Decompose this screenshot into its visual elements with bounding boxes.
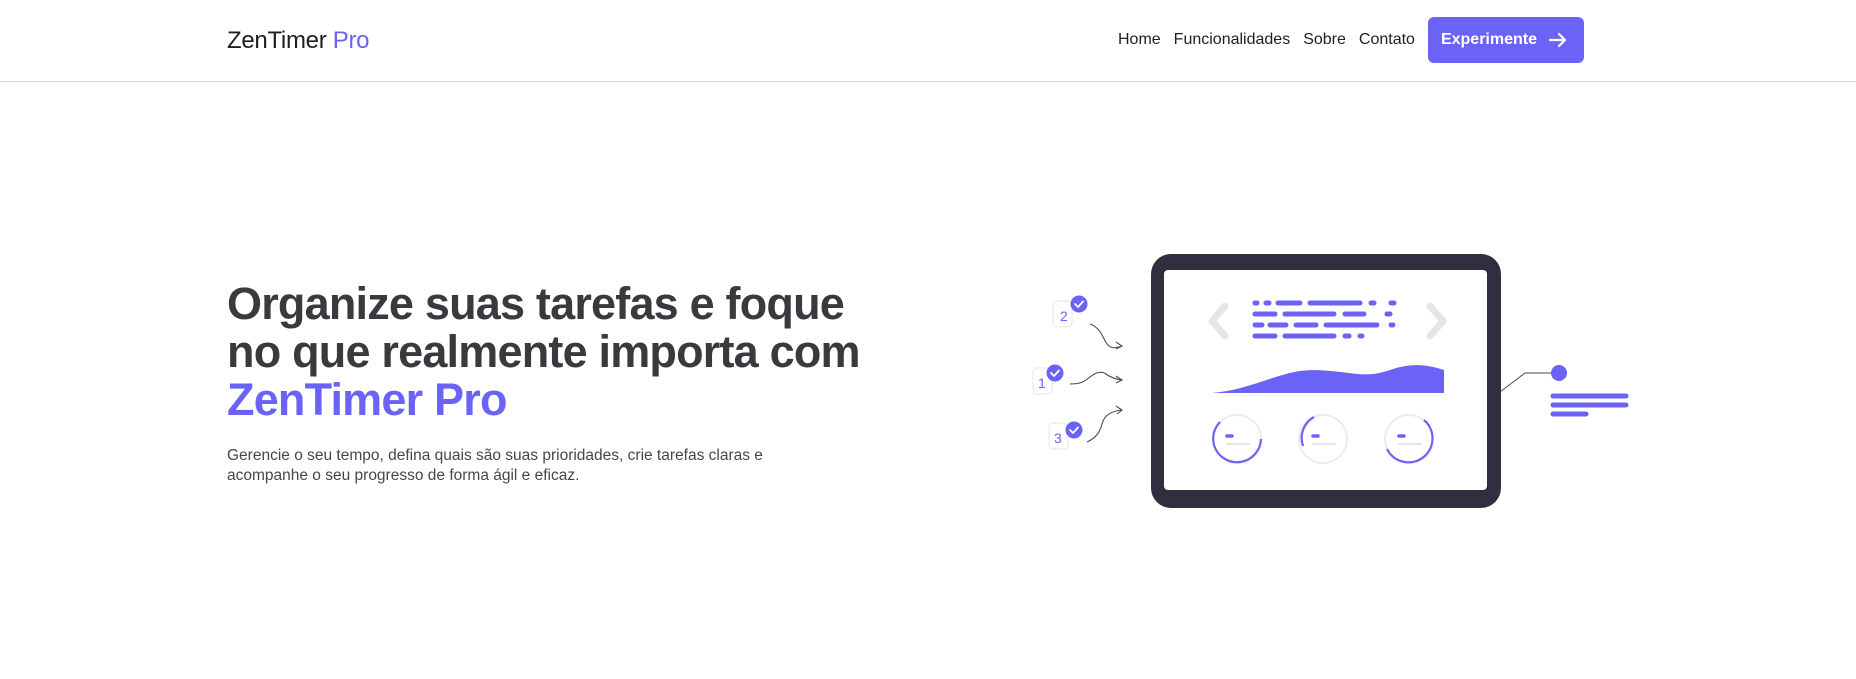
task-item-2: 2 — [1052, 295, 1124, 350]
brand-logo[interactable]: ZenTimer Pro — [227, 24, 370, 58]
side-callout-graphic — [1499, 365, 1629, 417]
task-item-3: 3 — [1048, 405, 1123, 450]
nav-link-sobre[interactable]: Sobre — [1303, 31, 1346, 49]
nav-link-home[interactable]: Home — [1118, 31, 1161, 49]
tablet-mockup — [1151, 254, 1501, 508]
main-nav: Home Funcionalidades Sobre Contato Exper… — [1118, 16, 1584, 63]
task-number-3: 3 — [1054, 430, 1062, 446]
task-list-graphic: 2 1 3 — [1032, 295, 1124, 450]
brand-name: ZenTimer — [227, 27, 327, 54]
top-navbar: ZenTimer Pro Home Funcionalidades Sobre … — [0, 0, 1856, 82]
nav-link-contato[interactable]: Contato — [1359, 31, 1415, 49]
experimente-button[interactable]: Experimente — [1427, 16, 1584, 63]
task-number-1: 1 — [1038, 375, 1046, 391]
check-icon — [1070, 295, 1088, 313]
arrow-right-icon — [1549, 32, 1567, 48]
hero-title-accent: ZenTimer Pro — [227, 374, 507, 425]
hero-title: Organize suas tarefas e foque no que rea… — [227, 280, 867, 424]
brand-accent: Pro — [332, 27, 370, 54]
hero-subtitle: Gerencie o seu tempo, defina quais são s… — [227, 447, 763, 484]
hero-title-main: Organize suas tarefas e foque no que rea… — [227, 278, 861, 377]
task-item-1: 1 — [1032, 364, 1124, 395]
nav-link-funcionalidades[interactable]: Funcionalidades — [1174, 31, 1291, 49]
check-icon — [1046, 364, 1064, 382]
check-icon — [1065, 421, 1083, 439]
experimente-button-label: Experimente — [1440, 30, 1537, 48]
hero-illustration: 2 1 3 — [1032, 254, 1629, 508]
task-number-2: 2 — [1060, 308, 1068, 324]
